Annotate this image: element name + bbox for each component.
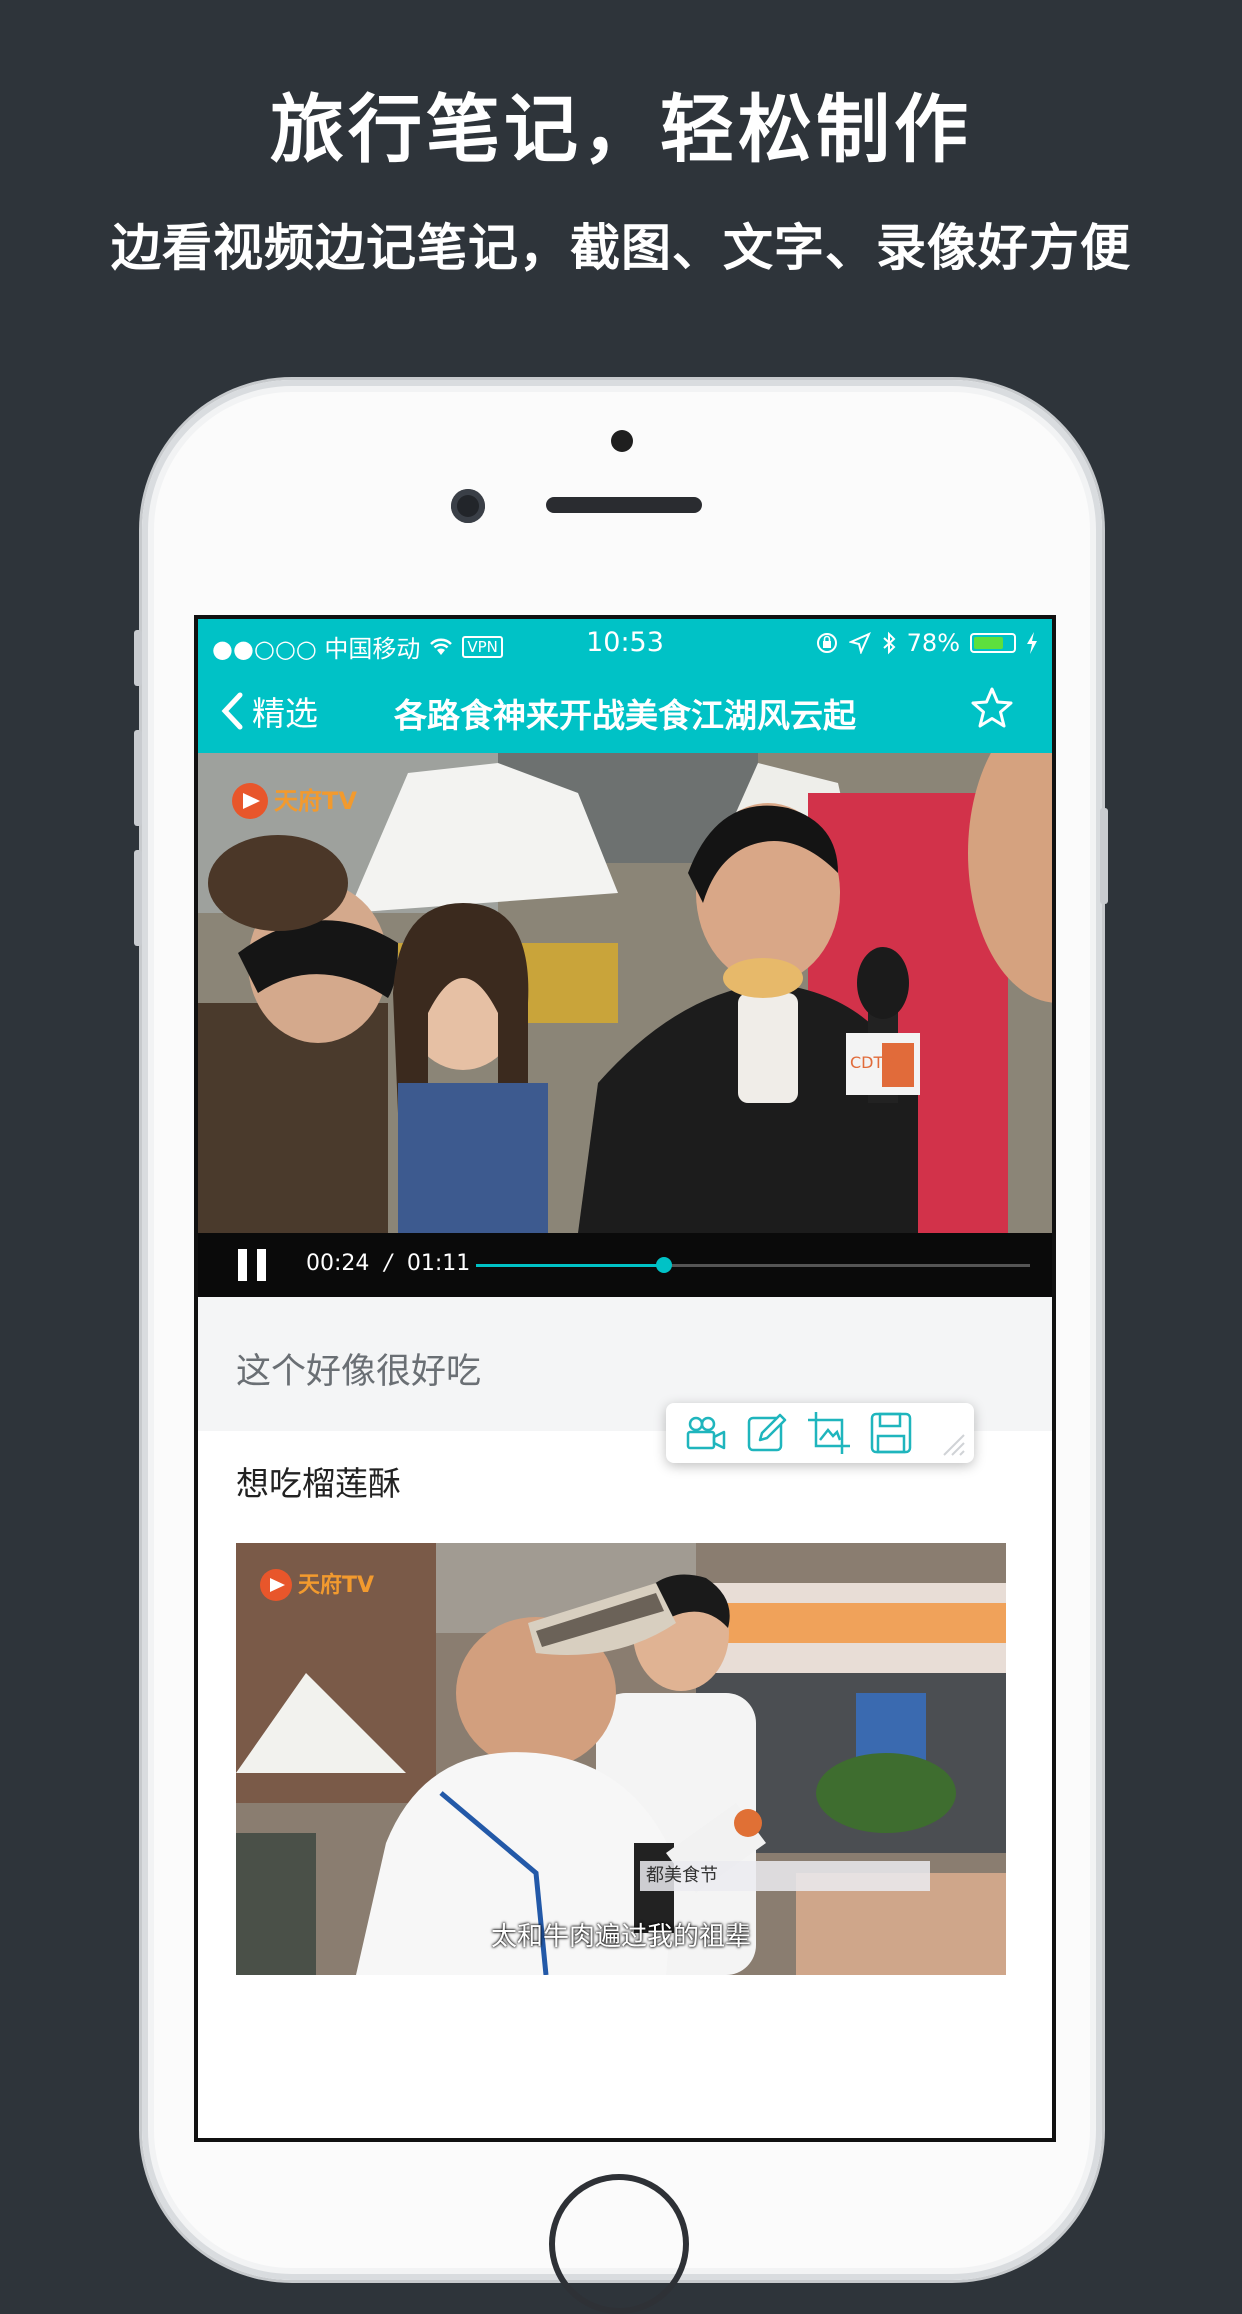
duration: 01:11 xyxy=(406,1251,471,1276)
battery-icon xyxy=(970,633,1016,653)
mic-flag-logo: CDTV xyxy=(850,1053,894,1072)
note-text[interactable]: 想吃榴莲酥 xyxy=(236,1457,401,1505)
video-watermark: 天府TV xyxy=(274,787,357,815)
current-time: 00:24 xyxy=(306,1251,370,1276)
seek-handle[interactable] xyxy=(656,1257,673,1273)
phone-front-camera xyxy=(451,489,485,523)
pause-icon[interactable] xyxy=(238,1249,268,1281)
snapshot-watermark: 天府TV xyxy=(298,1572,374,1598)
snapshot-lower-third: 都美食节 xyxy=(640,1861,930,1891)
edit-text-icon[interactable] xyxy=(744,1410,790,1456)
video-player[interactable]: CDTV 天府TV xyxy=(198,753,1052,1233)
charging-bolt-icon xyxy=(1027,632,1037,654)
phone-volume-down xyxy=(134,850,142,946)
note-text: 这个好像很好吃 xyxy=(236,1352,482,1392)
promo-subline: 边看视频边记笔记，截图、文字、录像好方便 xyxy=(111,219,1131,277)
save-icon[interactable] xyxy=(868,1410,914,1456)
seek-bar[interactable] xyxy=(476,1257,1030,1273)
status-bar: ●●○○○ 中国移动 VPN 10:53 78% xyxy=(198,619,1052,669)
page-title: 各路食神来开战美食江湖风云起 xyxy=(394,696,856,735)
phone-home-button xyxy=(549,2174,689,2314)
phone-power-button xyxy=(1100,808,1108,904)
seek-progress xyxy=(476,1264,665,1267)
player-controls: 00:24 / 01:11 xyxy=(198,1233,1052,1297)
snapshot-caption: 太和牛肉遍过我的祖辈 xyxy=(490,1922,751,1952)
notes-panel: 这个好像很好吃 想吃榴莲酥 天府TV 都美食节 太和牛肉遍过我的祖辈 xyxy=(198,1297,1052,2138)
promo-headline: 旅行笔记，轻松制作 xyxy=(270,87,972,173)
bluetooth-icon xyxy=(882,631,896,655)
phone-earpiece xyxy=(546,497,702,513)
phone-volume-up xyxy=(134,730,142,826)
playback-time: 00:24 / 01:11 xyxy=(306,1251,470,1276)
video-record-icon[interactable] xyxy=(682,1410,728,1456)
phone-mute-switch xyxy=(134,630,142,686)
battery-percent: 78% xyxy=(906,629,960,657)
note-toolbar xyxy=(666,1403,974,1463)
favorite-star-icon[interactable] xyxy=(968,685,1016,733)
phone-sensor xyxy=(611,430,633,452)
nav-bar: 精选 各路食神来开战美食江湖风云起 xyxy=(198,669,1052,753)
resize-grip-icon[interactable] xyxy=(938,1429,966,1457)
rotation-lock-icon xyxy=(816,633,837,653)
app-screen: ●●○○○ 中国移动 VPN 10:53 78% 精选 各路食神来开战美食江湖风… xyxy=(194,615,1056,2142)
location-arrow-icon xyxy=(848,632,871,654)
screenshot-illustration: 天府TV xyxy=(236,1543,1006,1975)
screenshot-crop-icon[interactable] xyxy=(806,1410,852,1456)
video-frame-illustration: CDTV 天府TV xyxy=(198,753,1052,1233)
note-screenshot-image[interactable]: 天府TV 都美食节 太和牛肉遍过我的祖辈 xyxy=(236,1543,1006,1975)
battery-fill xyxy=(974,637,1003,649)
time-separator: / xyxy=(384,1251,392,1276)
